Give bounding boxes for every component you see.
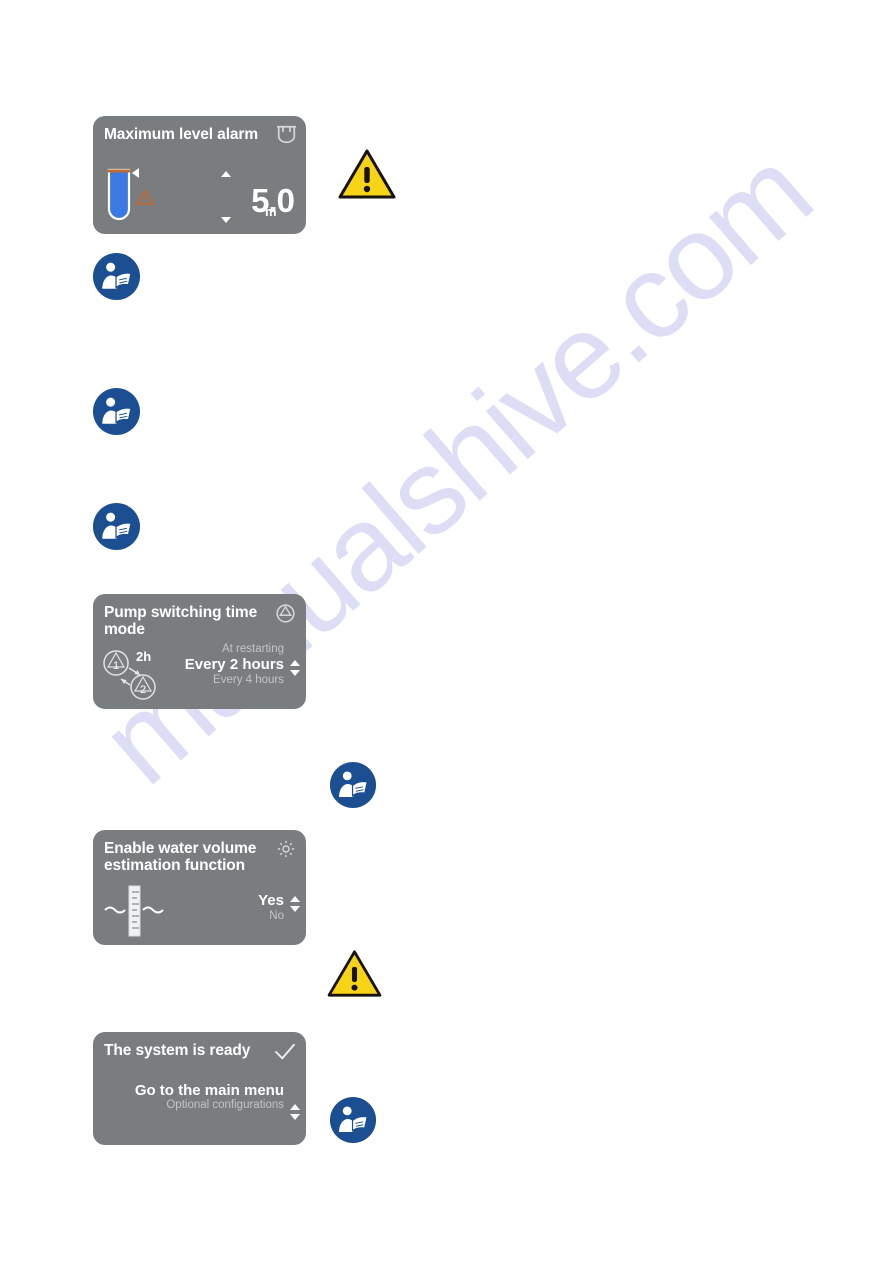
pump-icon xyxy=(275,603,296,624)
warning-triangle-icon xyxy=(327,949,382,998)
stepper-up-icon[interactable] xyxy=(289,1104,300,1110)
stepper-up-icon[interactable] xyxy=(289,660,300,666)
panel-title: Enable water volume estimation function xyxy=(104,840,257,874)
stepper-up-icon[interactable] xyxy=(220,171,231,177)
read-instructions-icon xyxy=(329,761,377,809)
panel-title: The system is ready xyxy=(104,1042,251,1059)
value-stepper-down[interactable] xyxy=(220,217,231,223)
option-selected[interactable]: Yes xyxy=(134,892,284,909)
value-stepper[interactable] xyxy=(220,171,231,177)
option-stepper[interactable] xyxy=(289,1104,300,1120)
tank-icon xyxy=(276,125,297,144)
option-list[interactable]: At restarting Every 2 hours Every 4 hour… xyxy=(134,642,284,687)
option-next[interactable]: Every 4 hours xyxy=(134,673,284,687)
option-previous[interactable]: At restarting xyxy=(134,642,284,656)
panel-maximum-level-alarm[interactable]: Maximum level alarm 5.0 m xyxy=(93,116,306,234)
stepper-down-icon[interactable] xyxy=(289,670,300,676)
option-next[interactable]: No xyxy=(134,909,284,923)
read-instructions-icon xyxy=(329,1096,377,1144)
stepper-up-icon[interactable] xyxy=(289,896,300,902)
check-icon xyxy=(274,1043,296,1061)
stepper-down-icon[interactable] xyxy=(289,1114,300,1120)
panel-title: Pump switching time mode xyxy=(104,604,258,638)
read-instructions-icon xyxy=(92,252,141,301)
option-next[interactable]: Optional configurations xyxy=(134,1099,284,1112)
option-stepper[interactable] xyxy=(289,896,300,912)
option-list[interactable]: Yes No xyxy=(134,892,284,923)
stepper-down-icon[interactable] xyxy=(289,906,300,912)
warning-triangle-icon xyxy=(338,148,396,200)
panel-pump-switching-time-mode[interactable]: Pump switching time mode 1 2 2h At resta… xyxy=(93,594,306,709)
level-unit: m xyxy=(265,204,277,219)
panel-water-volume-estimation[interactable]: Enable water volume estimation function xyxy=(93,830,306,945)
stepper-down-icon[interactable] xyxy=(220,217,231,223)
gear-icon xyxy=(276,839,296,859)
read-instructions-icon xyxy=(92,387,141,436)
option-list[interactable]: Go to the main menu Optional configurati… xyxy=(134,1082,284,1112)
option-selected[interactable]: Every 2 hours xyxy=(134,656,284,673)
option-stepper[interactable] xyxy=(289,660,300,676)
option-selected[interactable]: Go to the main menu xyxy=(134,1082,284,1099)
svg-text:1: 1 xyxy=(113,660,119,672)
tank-level-warning-graphic xyxy=(101,164,171,226)
read-instructions-icon xyxy=(92,502,141,551)
panel-title: Maximum level alarm xyxy=(104,126,259,143)
level-value: 5.0 xyxy=(251,182,295,219)
panel-system-ready[interactable]: The system is ready Go to the main menu … xyxy=(93,1032,306,1145)
